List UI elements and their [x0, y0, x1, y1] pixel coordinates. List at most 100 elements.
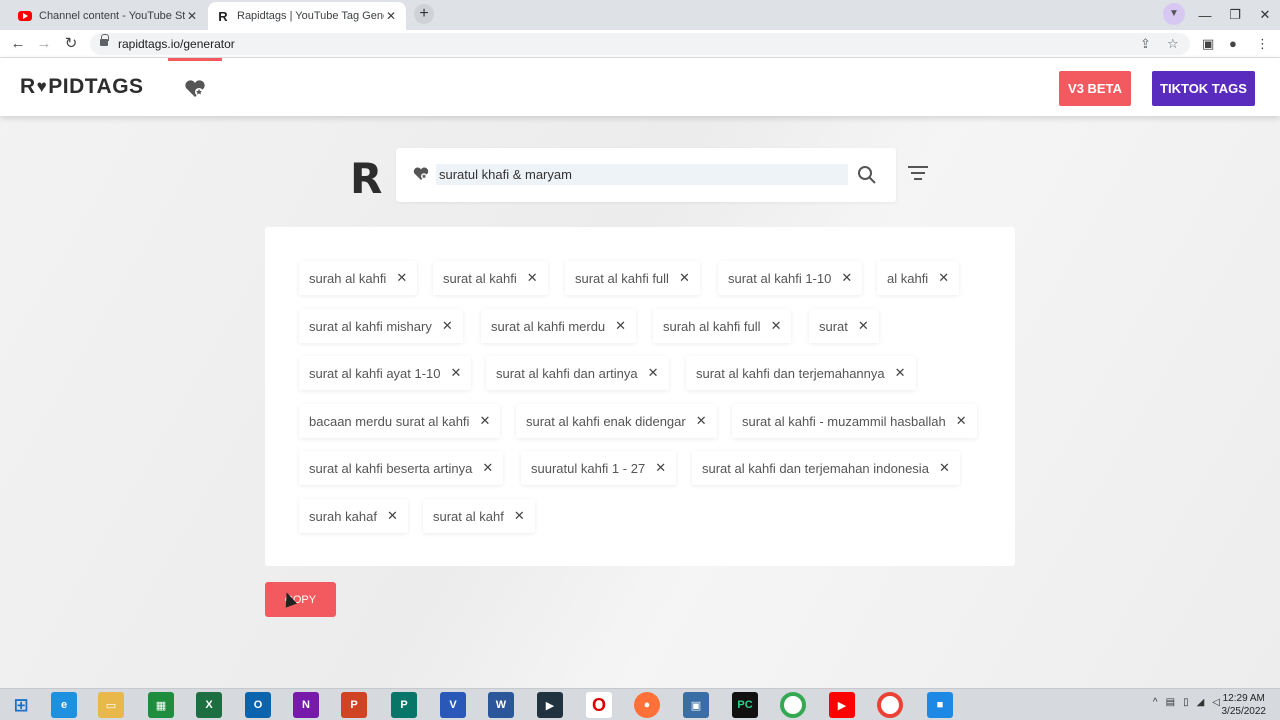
tag-chip[interactable]: surat al kahfi ayat 1-10 ✕: [299, 356, 472, 390]
search-input[interactable]: [436, 164, 848, 185]
remove-tag-icon[interactable]: ✕: [841, 270, 852, 286]
tag-label: surat al kahfi dan artinya: [496, 365, 638, 381]
opera-icon[interactable]: O: [586, 692, 612, 718]
remove-tag-icon[interactable]: ✕: [939, 460, 950, 476]
remove-tag-icon[interactable]: ✕: [451, 365, 462, 381]
tag-chip[interactable]: surat al kahfi dan artinya ✕: [486, 356, 669, 390]
chrome-active-icon[interactable]: [877, 692, 903, 718]
outlook-icon[interactable]: O: [245, 692, 271, 718]
remove-tag-icon[interactable]: ✕: [696, 413, 707, 429]
tag-chip[interactable]: surat al kahfi mishary ✕: [299, 309, 463, 343]
tag-label: surat al kahfi merdu: [491, 318, 606, 334]
remove-tag-icon[interactable]: ✕: [956, 413, 967, 429]
share-icon[interactable]: ⇪: [1140, 36, 1151, 52]
taskbar-clock[interactable]: 12:29 AM 3/25/2022: [1222, 692, 1267, 718]
menu-kebab-icon[interactable]: ⋮: [1256, 36, 1269, 52]
chrome-icon[interactable]: [780, 692, 806, 718]
remove-tag-icon[interactable]: ✕: [482, 460, 493, 476]
v3-beta-button[interactable]: V3 BETA: [1059, 71, 1131, 106]
tag-chip[interactable]: surat al kahfi full ✕: [565, 261, 700, 295]
tag-heart-nav-icon: [185, 79, 205, 97]
restore-icon[interactable]: ❐: [1220, 7, 1250, 23]
back-icon[interactable]: ←: [8, 34, 28, 54]
rapidtags-icon: R: [218, 8, 228, 24]
wifi-icon[interactable]: ◢: [1197, 697, 1205, 708]
python-app-icon[interactable]: ▣: [683, 692, 709, 718]
remove-tag-icon[interactable]: ✕: [387, 508, 398, 524]
tag-chip[interactable]: surah kahaf ✕: [299, 499, 408, 533]
rapidtags-logo[interactable]: R♥PIDTAGS: [20, 75, 144, 99]
remove-tag-icon[interactable]: ✕: [479, 413, 490, 429]
tag-chip[interactable]: surat al kahfi dan terjemahannya ✕: [686, 356, 916, 390]
tag-generator-nav[interactable]: [168, 58, 222, 116]
tab-title: Rapidtags | YouTube Tag Generator: [237, 10, 384, 22]
pycharm-icon[interactable]: PC: [732, 692, 758, 718]
system-tray[interactable]: ^ ▤ ▯ ◢ ◁: [1153, 697, 1220, 708]
battery-icon[interactable]: ▯: [1183, 697, 1189, 708]
tag-chip[interactable]: surat al kahfi - muzammil hasballah ✕: [732, 404, 977, 438]
close-tab-icon[interactable]: ✕: [384, 9, 398, 23]
tag-chip[interactable]: surat al kahfi dan terjemahan indonesia ✕: [692, 451, 960, 485]
remove-tag-icon[interactable]: ✕: [938, 270, 949, 286]
terminal-app-icon[interactable]: ▶: [537, 692, 563, 718]
network-icon[interactable]: ▤: [1166, 697, 1175, 708]
tag-chip[interactable]: surat al kahfi ✕: [433, 261, 548, 295]
video-app-icon[interactable]: ■: [927, 692, 953, 718]
remove-tag-icon[interactable]: ✕: [396, 270, 407, 286]
tag-chip[interactable]: surah al kahfi full ✕: [653, 309, 792, 343]
browser-tab-rapidtags[interactable]: R Rapidtags | YouTube Tag Generator ✕: [208, 2, 406, 30]
tab-search-icon[interactable]: ▼: [1163, 3, 1185, 25]
forward-icon[interactable]: →: [34, 34, 54, 54]
search-icon[interactable]: [856, 164, 878, 186]
onenote-icon[interactable]: N: [293, 692, 319, 718]
close-tab-icon[interactable]: ✕: [185, 9, 199, 23]
tag-chip[interactable]: suuratul kahfi 1 - 27 ✕: [521, 451, 677, 485]
internet-explorer-icon[interactable]: e: [51, 692, 77, 718]
close-window-icon[interactable]: ✕: [1250, 7, 1280, 23]
powerpoint-icon[interactable]: P: [341, 692, 367, 718]
tag-label: surat al kahfi dan terjemahannya: [696, 365, 885, 381]
tag-chip[interactable]: surat al kahfi 1-10 ✕: [718, 261, 863, 295]
tag-chip[interactable]: surat al kahfi enak didengar ✕: [516, 404, 717, 438]
browser-tab-youtube-studio[interactable]: Channel content - YouTube Studio ✕: [10, 2, 207, 30]
file-explorer-icon[interactable]: ▭: [98, 692, 124, 718]
volume-icon[interactable]: ◁: [1212, 697, 1220, 708]
visio-icon[interactable]: V: [440, 692, 466, 718]
remove-tag-icon[interactable]: ✕: [771, 318, 782, 334]
remove-tag-icon[interactable]: ✕: [615, 318, 626, 334]
spreadsheet-app-icon[interactable]: ▦: [148, 692, 174, 718]
remove-tag-icon[interactable]: ✕: [442, 318, 453, 334]
minimize-icon[interactable]: —: [1190, 8, 1220, 23]
tag-chip[interactable]: surat al kahfi beserta artinya ✕: [299, 451, 504, 485]
side-panel-icon[interactable]: ▣: [1202, 36, 1214, 52]
excel-icon[interactable]: X: [196, 692, 222, 718]
window-controls: — ❐ ✕: [1190, 0, 1280, 30]
remove-tag-icon[interactable]: ✕: [655, 460, 666, 476]
youtube-app-icon[interactable]: ▶: [829, 692, 855, 718]
tag-chip[interactable]: surat ✕: [809, 309, 879, 343]
tag-chip[interactable]: surah al kahfi ✕: [299, 261, 418, 295]
tray-chevron-icon[interactable]: ^: [1153, 697, 1158, 708]
remove-tag-icon[interactable]: ✕: [527, 270, 538, 286]
tag-chip[interactable]: bacaan merdu surat al kahfi ✕: [299, 404, 501, 438]
bookmark-star-icon[interactable]: ☆: [1167, 36, 1179, 52]
remove-tag-icon[interactable]: ✕: [679, 270, 690, 286]
copy-button[interactable]: COPY: [265, 582, 336, 617]
remove-tag-icon[interactable]: ✕: [514, 508, 525, 524]
tag-chip[interactable]: surat al kahfi merdu ✕: [481, 309, 637, 343]
reload-icon[interactable]: ↻: [61, 34, 81, 54]
address-bar[interactable]: rapidtags.io/generator ⇪ ☆: [90, 33, 1190, 55]
publisher-icon[interactable]: P: [391, 692, 417, 718]
remove-tag-icon[interactable]: ✕: [648, 365, 659, 381]
remove-tag-icon[interactable]: ✕: [895, 365, 906, 381]
windows-start-icon[interactable]: ⊞: [8, 692, 34, 718]
filter-icon[interactable]: [906, 166, 930, 184]
word-icon[interactable]: W: [488, 692, 514, 718]
firefox-icon[interactable]: ●: [634, 692, 660, 718]
tag-chip[interactable]: al kahfi ✕: [877, 261, 960, 295]
tag-chip[interactable]: surat al kahf ✕: [423, 499, 535, 533]
extension-icon[interactable]: ●: [1229, 36, 1237, 51]
new-tab-button[interactable]: +: [414, 4, 434, 24]
tiktok-tags-button[interactable]: TIKTOK TAGS: [1152, 71, 1255, 106]
remove-tag-icon[interactable]: ✕: [858, 318, 869, 334]
